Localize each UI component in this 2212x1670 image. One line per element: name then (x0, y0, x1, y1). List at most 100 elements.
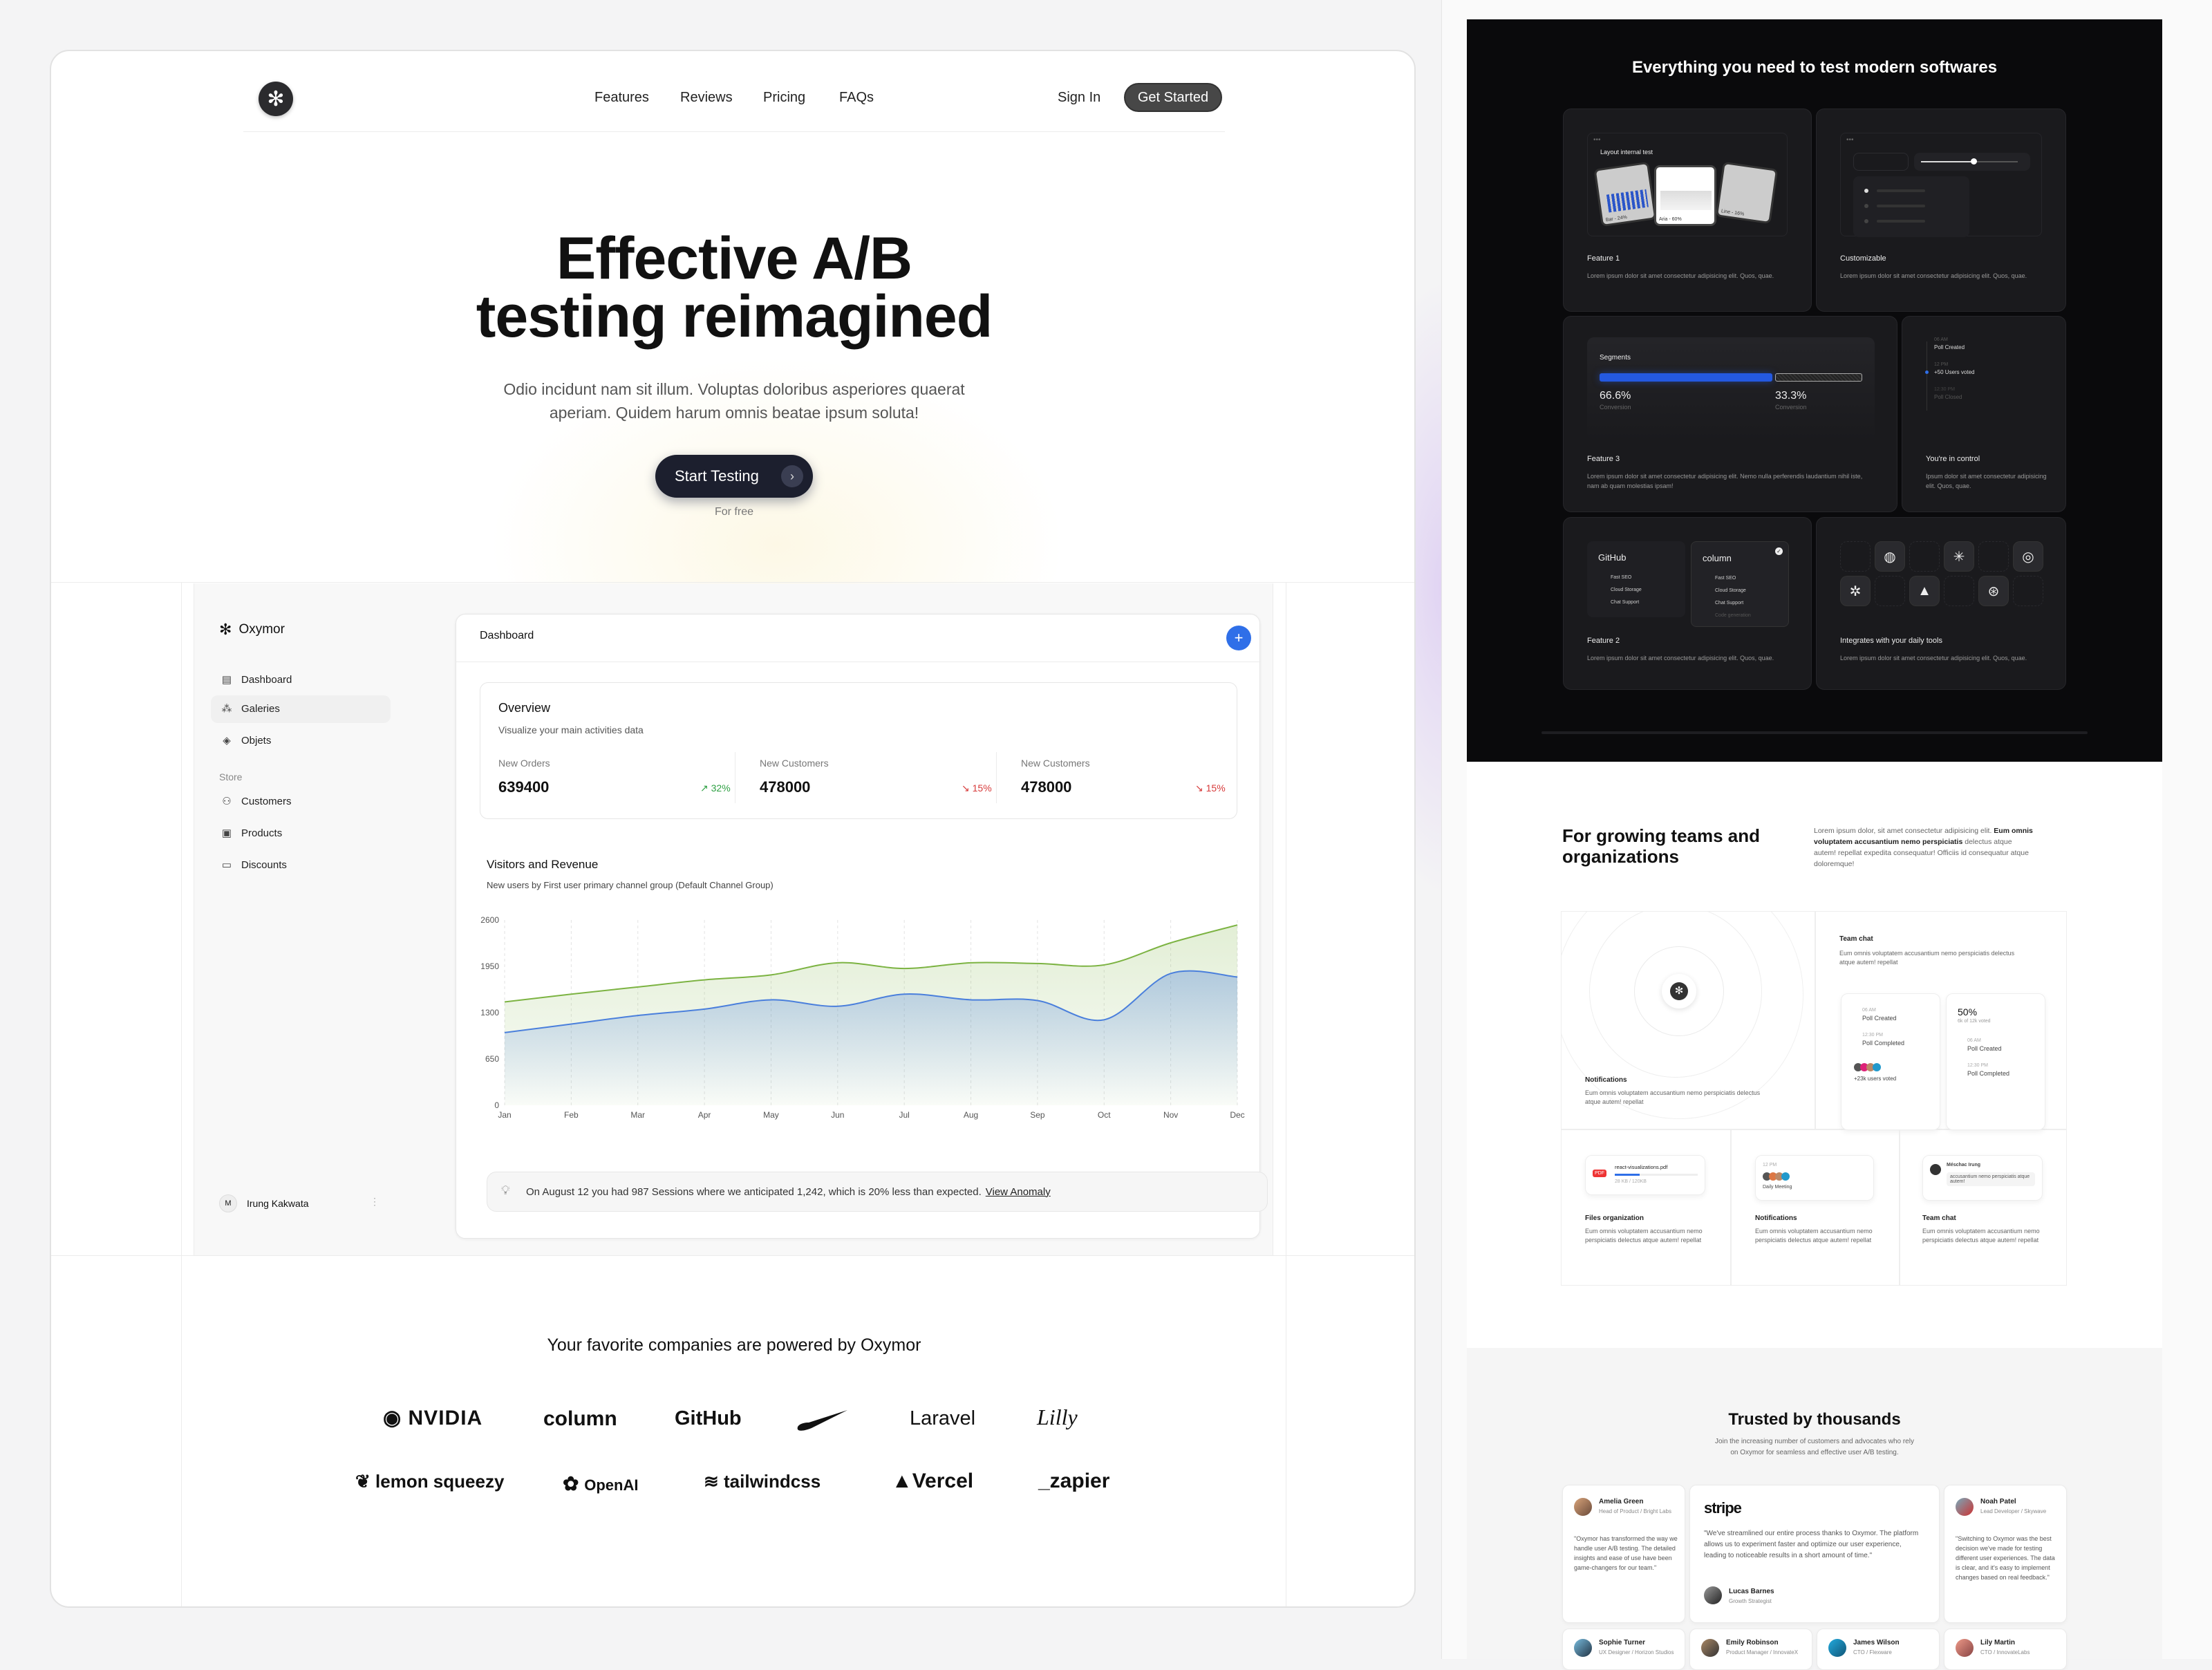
openai-icon: ✿ (563, 1473, 585, 1494)
area-chart-thumbnail: Aria - 60% (1654, 165, 1716, 226)
landing-page-preview: ✻ Features Reviews Pricing FAQs Sign In … (50, 50, 1416, 1608)
dashboard-brand: ✻ Oxymor (219, 621, 285, 639)
nav-features[interactable]: Features (594, 90, 649, 106)
attendee-avatars (1763, 1172, 1790, 1181)
cell-desc: Eum omnis voluptatem accusantium nemo pe… (1922, 1228, 2040, 1244)
mock-slider (1914, 153, 2030, 171)
avatar (1574, 1498, 1592, 1516)
bento-meeting: 12 PM Daily Meeting Notifications Eum om… (1731, 1129, 1900, 1286)
x-tick-label: Feb (564, 1110, 579, 1120)
hero-subtitle-line1: Odio incidunt nam sit illum. Voluptas do… (503, 380, 965, 398)
poll-event: Poll Created (1862, 1015, 1897, 1022)
user-name: Irung Kakwata (247, 1198, 309, 1209)
timeline-event: Poll Closed (1934, 394, 1962, 400)
github-icon[interactable]: ◎ (2013, 541, 2043, 572)
lightbulb-icon: 💡︎ (501, 1183, 510, 1197)
empty-tile (1978, 541, 2009, 572)
sidebar-item-discounts[interactable]: ▭ Discounts (221, 859, 287, 872)
sidebar-item-dashboard[interactable]: ▤ Dashboard (221, 673, 292, 686)
nav-faqs[interactable]: FAQs (839, 90, 874, 106)
segments-title: Segments (1600, 354, 1631, 362)
vercel-triangle-icon[interactable]: ▲ (1909, 576, 1940, 606)
feature-card-3: Segments 66.6% Conversion 33.3% Conversi… (1563, 316, 1897, 512)
chart-subtitle: New users by First user primary channel … (487, 880, 774, 890)
sidebar-item-galeries[interactable]: ⁂ Galeries (221, 702, 280, 715)
sparkle-icon[interactable]: ✳ (1944, 541, 1974, 572)
dribbble-icon[interactable]: ⊛ (1978, 576, 2009, 606)
testimonial-card: Amelia Green Head of Product / Bright La… (1562, 1485, 1685, 1623)
plan-feature: Cloud Storage (1715, 588, 1746, 593)
horizontal-scrollbar[interactable] (1541, 731, 2088, 734)
hero-subtitle-line2: aperiam. Quidem harum omnis beatae ipsum… (549, 404, 919, 422)
empty-tile (1909, 541, 1940, 572)
plan-feature: Code generation (1715, 613, 1751, 618)
testimonial-quote: "Oxymor has transformed the way we handl… (1574, 1535, 1678, 1571)
segment-label: Conversion (1600, 404, 1631, 411)
plan-feature: Chat Support (1611, 600, 1640, 605)
empty-tile (1944, 576, 1974, 606)
feature-title: Integrates with your daily tools (1840, 637, 1942, 645)
mock-radio-list (1853, 176, 1969, 237)
timeline-time: 12:30 PM (1934, 387, 1955, 392)
avatar (1701, 1639, 1719, 1657)
testimonial-name: Emily Robinson (1726, 1639, 1779, 1646)
plan-feature: Fast SEO (1715, 576, 1736, 581)
sidebar-item-customers[interactable]: ⚇ Customers (221, 795, 291, 808)
sidebar-item-label: Galeries (241, 702, 280, 715)
meeting-label: Daily Meeting (1763, 1185, 1792, 1190)
testimonial-card: Sophie Turner UX Designer / Horizon Studi… (1562, 1629, 1685, 1670)
mock-window: ••• (1840, 133, 2042, 237)
nav-pricing[interactable]: Pricing (763, 90, 805, 106)
trend-down-icon: ↘ (1195, 782, 1206, 794)
file-size: 28 KB / 120KB (1615, 1179, 1647, 1184)
testimonial-name: James Wilson (1853, 1639, 1900, 1646)
feature-desc: Lorem ipsum dolor sit amet consectetur a… (1587, 272, 1774, 279)
thumb-label: Aria - 60% (1659, 217, 1682, 222)
ticket-icon: ▭ (221, 859, 232, 871)
bento-notifications: ✻ Notifications Eum omnis voluptatem acc… (1561, 911, 1815, 1129)
window-dots-icon: ••• (1593, 136, 1601, 144)
featured-testimonial: stripe "We've streamlined our entire pro… (1689, 1485, 1940, 1623)
get-started-button[interactable]: Get Started (1124, 83, 1222, 112)
meeting-card: 12 PM Daily Meeting (1755, 1155, 1874, 1201)
brand-logo-icon[interactable]: ✻ (259, 82, 293, 116)
bug-icon[interactable]: ✲ (1840, 576, 1871, 606)
feature-desc: Ipsum dolor sit amet consectetur adipisi… (1926, 473, 2047, 489)
sidebar-item-objets[interactable]: ◈ Objets (221, 734, 271, 747)
stripe-ball-icon[interactable]: ◍ (1875, 541, 1905, 572)
feature-desc: Lorem ipsum dolor sit amet consectetur a… (1587, 473, 1863, 489)
thumb-label: Line - 16% (1721, 209, 1745, 217)
add-button[interactable]: + (1226, 626, 1251, 650)
x-tick-label: Jun (831, 1110, 844, 1120)
overview-card: Overview Visualize your main activities … (480, 682, 1237, 819)
testimonials-title: Trusted by thousands (1728, 1410, 1901, 1429)
empty-tile (1840, 541, 1871, 572)
chat-message: accusantium nemo perspiciatis atque aute… (1947, 1172, 2035, 1186)
nav-reviews[interactable]: Reviews (680, 90, 733, 106)
plan-card-column[interactable]: column ✓ Fast SEO Cloud Storage Chat Suppo… (1691, 541, 1789, 627)
user-menu[interactable]: M Irung Kakwata (219, 1194, 309, 1212)
section-divider (51, 1255, 1414, 1256)
logo-text: NVIDIA (408, 1407, 483, 1429)
para-text: Lorem ipsum dolor, sit amet consectetur … (1814, 827, 1992, 835)
mock-input (1853, 153, 1909, 171)
sidebar-item-products[interactable]: ▣ Products (221, 827, 282, 840)
more-vertical-icon[interactable]: ⋮ (370, 1196, 379, 1208)
mock-title: Layout internal test (1600, 149, 1653, 156)
stat-delta-down: ↘ 15% (962, 782, 992, 794)
mock-window: ••• Layout internal test Bar - 24% Aria … (1587, 133, 1788, 236)
stat-label: New Orders (498, 758, 550, 769)
testimonial-role: Head of Product / Bright Labs (1599, 1508, 1671, 1514)
view-anomaly-link[interactable]: View Anomaly (986, 1186, 1051, 1198)
cell-title: Notifications (1755, 1214, 1797, 1222)
sign-in-link[interactable]: Sign In (1058, 90, 1100, 106)
grid-line (181, 582, 182, 1606)
empty-tile (1875, 576, 1905, 606)
start-testing-button[interactable]: Start Testing › (655, 455, 813, 498)
y-tick-label: 0 (494, 1100, 499, 1110)
segment-value: 66.6% (1600, 390, 1631, 402)
x-tick-label: Dec (1230, 1110, 1244, 1120)
poll-time: 06 AM (1862, 1008, 1876, 1013)
segment-value: 33.3% (1775, 390, 1807, 402)
poll-sub: 6k of 12k voted (1958, 1019, 1991, 1024)
